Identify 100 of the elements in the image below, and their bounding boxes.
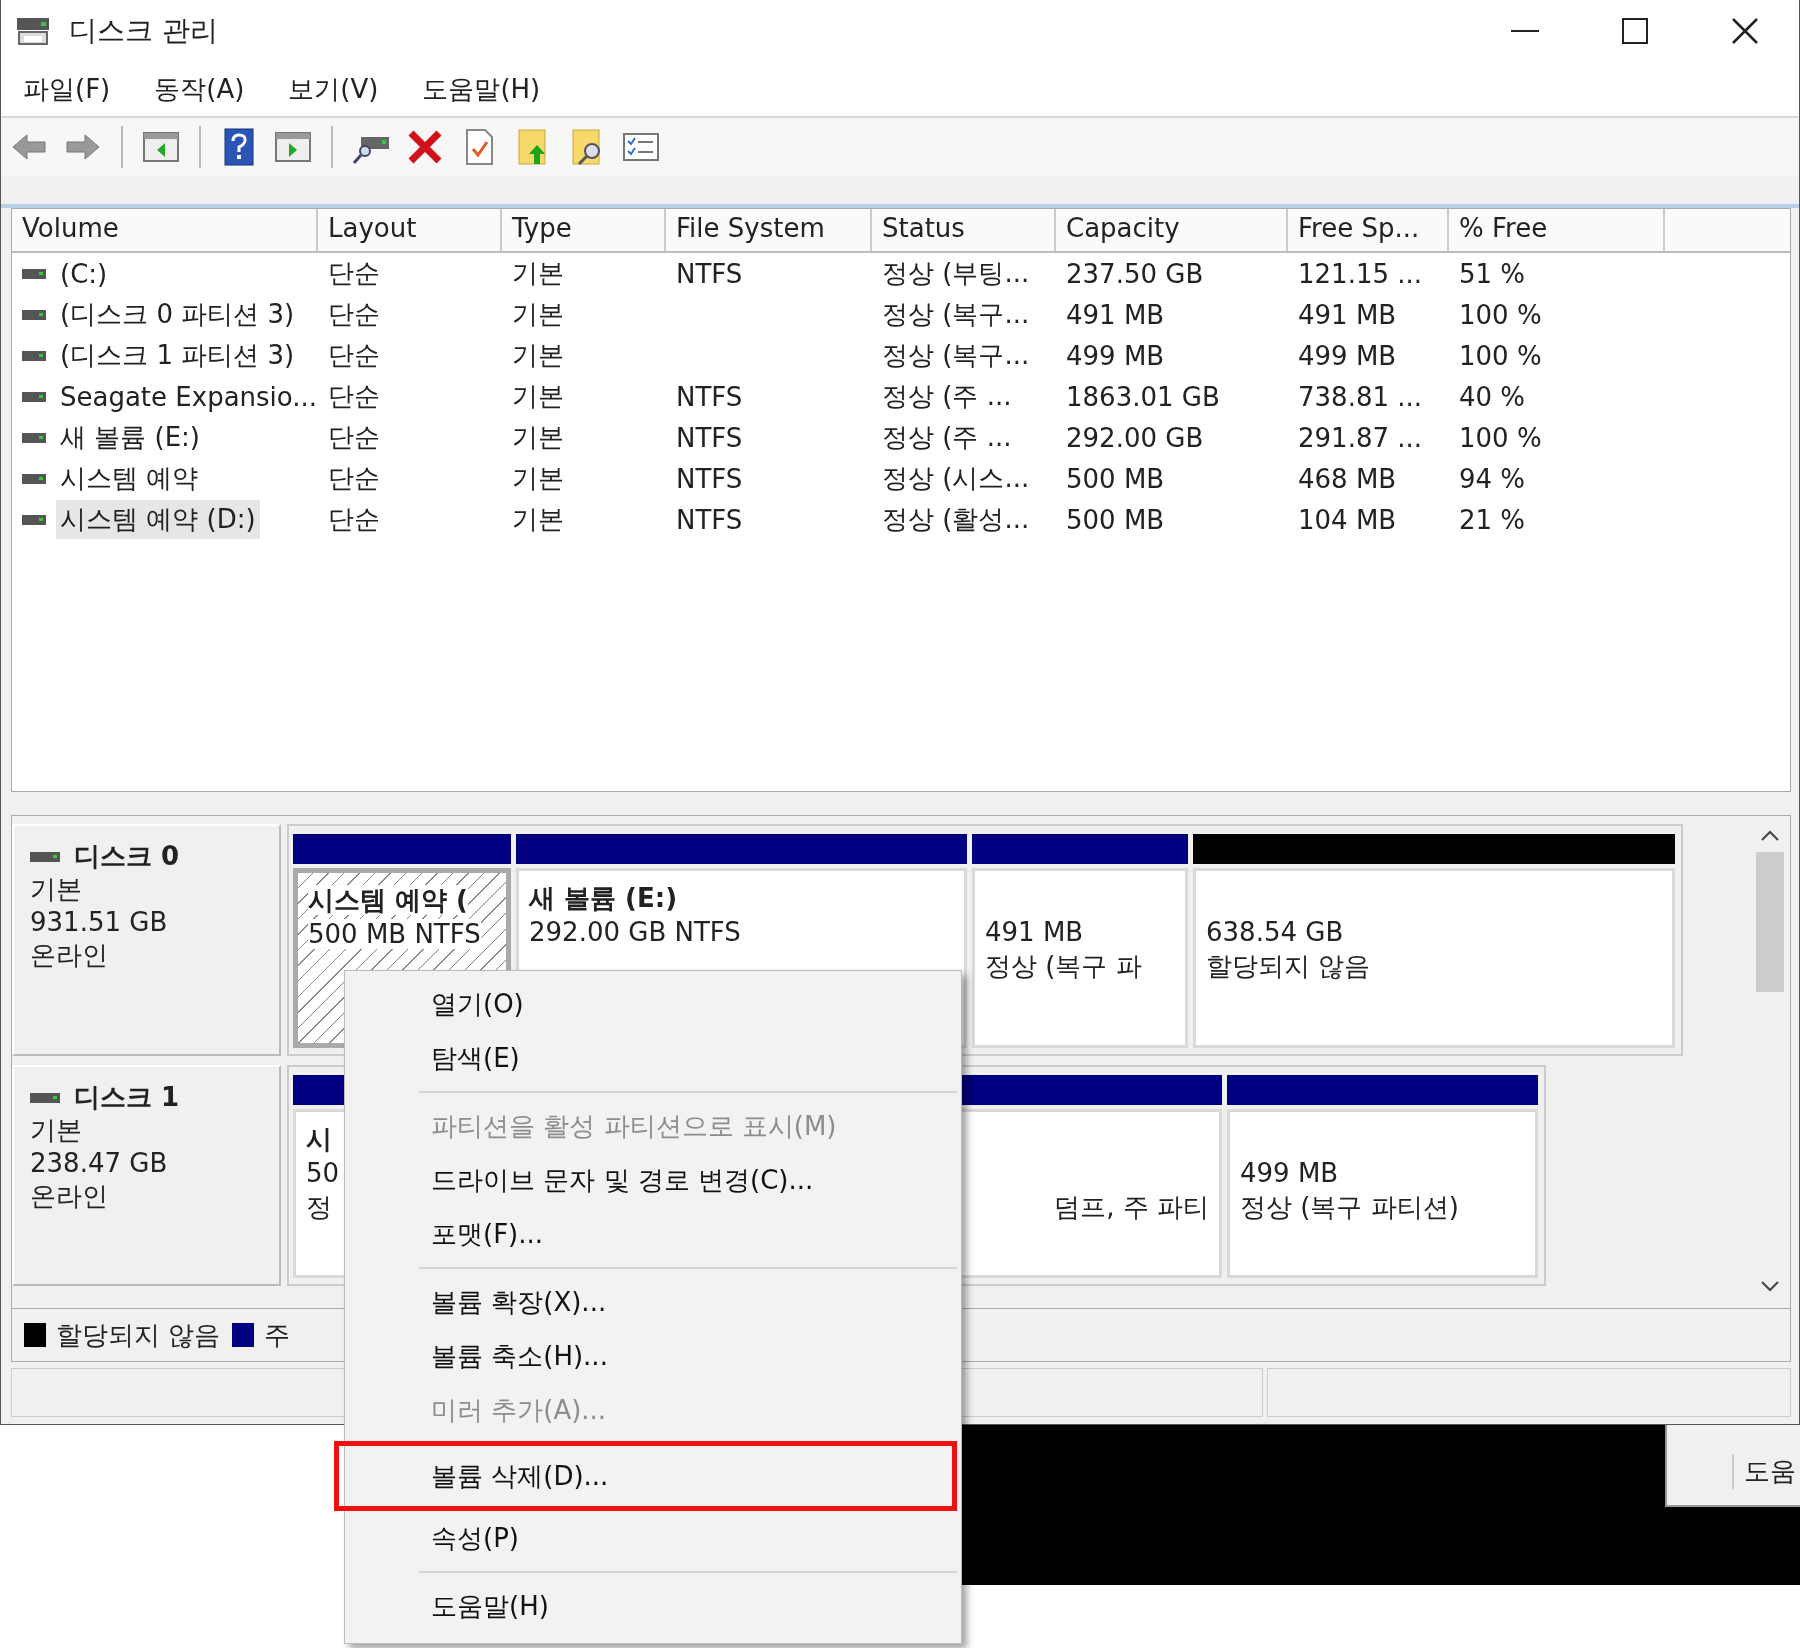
disk-info-panel[interactable]: 디스크 0 기본 931.51 GB 온라인 [12,824,281,1056]
legend-label: 주 [264,1318,291,1352]
table-cell: 100 % [1459,422,1542,453]
table-cell: 단순 [328,258,380,288]
table-cell: 정상 (부팅... [882,258,1030,288]
table-cell[interactable]: (C:) [56,256,112,291]
window-title: 디스크 관리 [69,13,218,49]
drive-icon [22,471,46,486]
menu-item[interactable]: 도움말(H) [345,1579,961,1633]
table-cell: 정상 (주 ... [882,422,1012,452]
table-cell: 499 MB [1066,340,1165,371]
table-cell: 단순 [328,299,380,329]
menu-item[interactable]: 볼륨 축소(H)... [345,1329,961,1383]
legend-label: 할당되지 않음 [56,1318,221,1352]
menu-item[interactable]: 보기(V) [274,67,393,111]
partition-size: 50 [306,1158,340,1188]
table-cell: 292.00 GB [1066,422,1204,453]
disk-status: 온라인 [30,1180,109,1213]
column-header[interactable]: Status [872,209,1056,251]
partition-size: 500 MB NTFS [308,919,481,949]
table-cell: 121.15 ... [1298,258,1423,289]
table-cell[interactable]: 시스템 예약 [56,459,203,498]
table-cell[interactable]: (디스크 0 파티션 3) [56,295,299,334]
partition-label: 시스템 예약 ( [308,885,468,915]
table-cell: 468 MB [1298,463,1397,494]
table-cell: 정상 (복구... [882,299,1030,329]
menu-item[interactable]: 볼륨 확장(X)... [345,1275,961,1329]
table-cell[interactable]: 시스템 예약 (D:) [56,500,260,539]
partition-block[interactable]: 499 MB 정상 (복구 파티션) [1227,1109,1538,1278]
partition-size: 499 MB [1240,1158,1339,1188]
table-cell: 291.87 ... [1298,422,1423,453]
partition-status: 정 [306,1192,332,1222]
table-cell: 100 % [1459,340,1542,371]
partition-status: 정상 (복구 파 [985,951,1142,981]
table-cell: 104 MB [1298,504,1397,535]
column-header[interactable]: File System [666,209,872,251]
column-header[interactable]: Type [502,209,666,251]
column-header[interactable]: Layout [318,209,502,251]
partition-status: 정상 (복구 파티션) [1240,1192,1459,1222]
table-cell: 500 MB [1066,504,1165,535]
table-cell: NTFS [676,381,743,412]
partition-status: 덤프, 주 파티 [1054,1192,1209,1222]
table-cell: 738.81 ... [1298,381,1423,412]
disk-size: 931.51 GB [30,906,169,939]
disk-name: 디스크 1 [74,1081,180,1114]
menu-item[interactable]: 동작(A) [140,67,259,111]
table-cell[interactable]: Seagate Expansio... [56,379,322,414]
column-header[interactable]: Free Sp... [1288,209,1449,251]
disk-name: 디스크 0 [74,840,180,873]
column-header[interactable]: Volume [12,209,318,251]
table-cell: 기본 [512,299,564,329]
table-cell: NTFS [676,504,743,535]
table-cell: 491 MB [1066,299,1165,330]
disk-info-panel[interactable]: 디스크 1 기본 238.47 GB 온라인 [12,1065,281,1286]
drive-icon [30,849,60,864]
table-cell: NTFS [676,258,743,289]
table-cell: 499 MB [1298,340,1397,371]
column-header[interactable]: Capacity [1056,209,1288,251]
table-cell: 정상 (복구... [882,340,1030,370]
table-cell: 100 % [1459,299,1542,330]
table-cell: 기본 [512,463,564,493]
drive-icon [22,389,46,404]
table-cell: 단순 [328,340,380,370]
menu-item[interactable]: 파일(F) [9,67,125,111]
table-cell: 21 % [1459,504,1526,535]
menu-item[interactable]: 포맷(F)... [345,1207,961,1261]
table-cell: 491 MB [1298,299,1397,330]
table-cell: 단순 [328,504,380,534]
drive-icon [22,512,46,527]
partition-label: 새 볼륨 (E:) [529,883,678,913]
dialog-button[interactable]: 도움 [1732,1454,1800,1489]
table-cell: 정상 (주 ... [882,381,1012,411]
table-cell: 단순 [328,463,380,493]
table-cell: 500 MB [1066,463,1165,494]
partition-block[interactable]: 491 MB 정상 (복구 파 [972,868,1188,1048]
table-cell[interactable]: (디스크 1 파티션 3) [56,336,299,375]
table-cell: 1863.01 GB [1066,381,1220,412]
column-header[interactable]: % Free [1449,209,1665,251]
partition-size: 638.54 GB [1206,917,1344,947]
menu-item[interactable]: 드라이브 문자 및 경로 변경(C)... [345,1153,961,1207]
menu-item[interactable]: 도움말(H) [408,67,555,111]
table-cell: 단순 [328,422,380,452]
disk-type: 기본 [30,873,83,906]
table-cell: 기본 [512,381,564,411]
drive-icon [22,348,46,363]
table-cell: 51 % [1459,258,1526,289]
drive-icon [30,1090,60,1105]
table-cell: NTFS [676,463,743,494]
table-cell: 정상 (활성... [882,504,1030,534]
disk-type: 기본 [30,1114,83,1147]
partition-status: 할당되지 않음 [1206,951,1371,981]
table-cell[interactable]: 새 볼륨 (E:) [56,418,204,457]
table-cell: 기본 [512,504,564,534]
drive-icon [22,266,46,281]
table-cell: NTFS [676,422,743,453]
drive-icon [22,430,46,445]
partition-block[interactable]: 638.54 GB 할당되지 않음 [1193,868,1675,1048]
menu-item[interactable]: 속성(P) [345,1511,961,1565]
menu-item[interactable]: 볼륨 삭제(D)... [345,1445,961,1507]
table-cell: 94 % [1459,463,1526,494]
